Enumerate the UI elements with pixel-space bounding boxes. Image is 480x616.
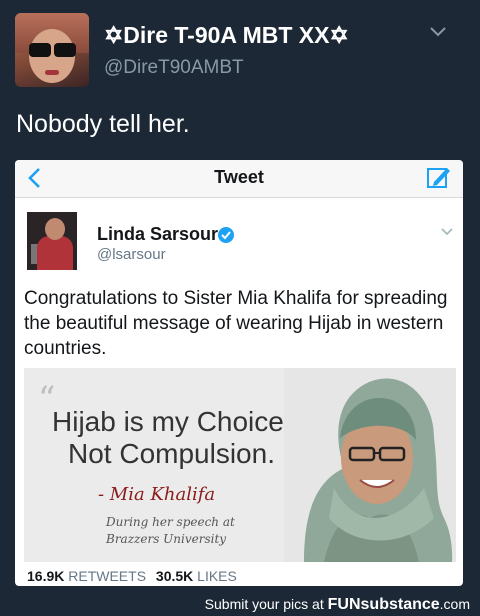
tweet-media-image[interactable]: “ Hijab is my Choice, Not Compulsion. - …: [24, 368, 456, 562]
watermark-text: Submit your pics at FUNsubstance.com: [205, 596, 470, 614]
likes-count[interactable]: 30.5K: [156, 568, 193, 584]
avatar[interactable]: [15, 13, 89, 87]
quote-caption: During her speech at Brazzers University: [106, 514, 235, 548]
brand-domain: .com: [439, 596, 470, 612]
avatar-body: [37, 236, 73, 270]
tweet-text: Nobody tell her.: [16, 110, 190, 138]
retweets-count[interactable]: 16.9K: [27, 568, 64, 584]
inner-tweet-text: Congratulations to Sister Mia Khalifa fo…: [24, 288, 448, 359]
watermark-brand: FUNsubstance: [328, 596, 440, 613]
quote-author: - Mia Khalifa: [98, 484, 216, 505]
portrait-photo: [284, 368, 456, 562]
display-name[interactable]: ✡Dire T-90A MBT XX✡: [104, 22, 349, 49]
avatar-lips: [45, 70, 59, 75]
retweets-label[interactable]: RETWEETS: [68, 568, 146, 584]
likes-label[interactable]: LIKES: [197, 568, 237, 584]
compose-icon[interactable]: [425, 164, 453, 192]
avatar-face: [45, 218, 65, 240]
embedded-screenshot: Tweet Linda Sarsour @lsarsour Congratula…: [15, 160, 463, 586]
caption-line-1: During her speech at: [106, 515, 235, 529]
user-handle[interactable]: @DireT90AMBT: [104, 57, 244, 79]
verified-badge-icon: [218, 227, 234, 243]
quote-line-2: Not Compulsion.: [68, 438, 275, 469]
brand-prefix: FUN: [327, 596, 361, 613]
inner-display-name[interactable]: Linda Sarsour: [97, 224, 218, 245]
chevron-down-icon[interactable]: [440, 226, 454, 238]
engagement-stats: 16.9K RETWEETS 30.5K LIKES: [27, 568, 243, 584]
caption-line-2: Brazzers University: [106, 532, 227, 546]
inner-user-handle[interactable]: @lsarsour: [97, 246, 166, 263]
watermark-footer: Submit your pics at FUNsubstance.com: [0, 594, 480, 616]
avatar-sunglasses: [27, 43, 77, 57]
chevron-down-icon[interactable]: [428, 22, 448, 42]
nav-bar: Tweet: [15, 160, 463, 198]
quote-line-1: Hijab is my Choice,: [52, 406, 292, 437]
watermark-prefix: Submit your pics at: [204, 596, 324, 612]
outer-tweet-header: ✡Dire T-90A MBT XX✡ @DireT90AMBT: [0, 0, 480, 100]
quote-text: Hijab is my Choice, Not Compulsion.: [52, 406, 292, 470]
brand-suffix: substance: [360, 596, 440, 613]
inner-avatar[interactable]: [27, 212, 77, 270]
nav-title: Tweet: [214, 167, 264, 187]
